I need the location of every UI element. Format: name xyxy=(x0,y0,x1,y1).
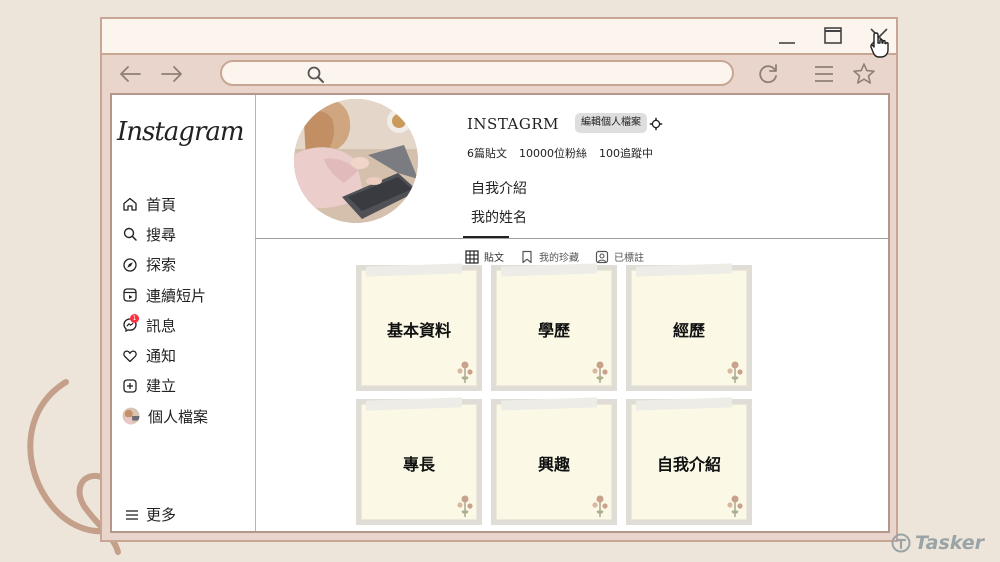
maximize-icon[interactable] xyxy=(820,23,846,49)
flower-icon xyxy=(592,361,608,383)
sidebar-item-notifications[interactable]: 通知 xyxy=(122,340,208,370)
profile-username: INSTAGRM xyxy=(467,115,559,133)
sidebar-item-more[interactable]: 更多 xyxy=(124,504,176,525)
post-label: 基本資料 xyxy=(386,321,451,340)
sidebar-item-label: 連續短片 xyxy=(146,286,207,305)
tab-label: 已標註 xyxy=(614,253,644,264)
tasker-logo-icon xyxy=(891,533,911,553)
hamburger-icon xyxy=(126,509,138,520)
active-tab-indicator xyxy=(463,236,509,238)
title-bar xyxy=(102,19,896,58)
profile-main: INSTAGRM 編輯個人檔案 6篇貼文 10000位粉絲 100追蹤中 自我介… xyxy=(255,95,888,531)
posts-grid: 基本資料 學歷 經歷 專長 興趣 自我介紹 xyxy=(356,263,752,525)
sidebar-item-home[interactable]: 首頁 xyxy=(122,189,208,219)
post-label: 自我介紹 xyxy=(656,455,721,474)
plus-square-icon xyxy=(123,379,137,393)
sidebar-item-label: 建立 xyxy=(146,377,177,396)
hamburger-menu-icon[interactable] xyxy=(810,61,838,87)
forward-arrow-icon[interactable] xyxy=(158,61,186,87)
sidebar-item-profile[interactable]: 個人檔案 xyxy=(122,401,208,431)
tab-posts[interactable]: 貼文 xyxy=(465,249,504,264)
sidebar-menu: 首頁 搜尋 探索 連續短片 1 訊息 通知 建立 個人檔案 xyxy=(122,189,208,431)
browser-toolbar xyxy=(102,55,896,93)
flower-icon xyxy=(457,361,473,383)
sidebar-item-messages[interactable]: 1 訊息 xyxy=(122,310,208,340)
sidebar-item-label: 探索 xyxy=(146,256,177,275)
sidebar-item-create[interactable]: 建立 xyxy=(122,371,208,401)
flower-icon xyxy=(727,495,743,517)
profile-avatar[interactable] xyxy=(294,99,418,223)
post-tile[interactable]: 興趣 xyxy=(491,397,617,525)
sidebar: Instagram 首頁 搜尋 探索 連續短片 1 訊息 通知 建立 個人檔案 … xyxy=(112,95,256,531)
minimize-icon[interactable] xyxy=(774,23,800,49)
back-arrow-icon[interactable] xyxy=(116,61,144,87)
address-bar[interactable] xyxy=(220,60,734,86)
home-icon xyxy=(123,197,137,211)
instagram-logo[interactable]: Instagram xyxy=(117,117,245,147)
bio-line: 自我介紹 xyxy=(471,181,527,197)
section-divider xyxy=(255,238,888,239)
messenger-icon-wrap: 1 xyxy=(122,314,139,333)
bookmark-icon xyxy=(522,250,532,263)
more-label: 更多 xyxy=(146,506,177,524)
tab-label: 貼文 xyxy=(484,253,504,264)
following-count[interactable]: 100追蹤中 xyxy=(599,145,653,161)
search-icon xyxy=(123,228,137,242)
post-tile[interactable]: 經歷 xyxy=(626,263,752,391)
post-label: 經歷 xyxy=(672,321,705,340)
tagged-icon xyxy=(595,250,609,263)
grid-icon xyxy=(465,249,479,264)
sidebar-item-label: 訊息 xyxy=(146,316,177,335)
reload-icon[interactable] xyxy=(754,61,782,87)
followers-count[interactable]: 10000位粉絲 xyxy=(519,145,587,161)
tab-saved[interactable]: 我的珍藏 xyxy=(520,249,579,264)
sidebar-item-label: 個人檔案 xyxy=(148,407,209,426)
post-label: 專長 xyxy=(402,455,435,474)
profile-photo xyxy=(294,99,418,223)
post-label: 興趣 xyxy=(537,455,570,474)
sidebar-item-label: 搜尋 xyxy=(146,225,177,244)
gear-icon[interactable] xyxy=(649,117,663,131)
search-icon xyxy=(307,66,324,83)
sidebar-item-explore[interactable]: 探索 xyxy=(122,250,208,280)
post-tile[interactable]: 自我介紹 xyxy=(626,397,752,525)
post-label: 學歷 xyxy=(537,321,570,340)
tab-label: 我的珍藏 xyxy=(539,253,579,264)
url-input[interactable] xyxy=(332,64,716,84)
sidebar-item-search[interactable]: 搜尋 xyxy=(122,219,208,249)
sidebar-item-label: 首頁 xyxy=(146,195,177,214)
profile-stats: 6篇貼文 10000位粉絲 100追蹤中 xyxy=(467,145,653,161)
bookmark-star-icon[interactable] xyxy=(850,61,878,87)
sidebar-item-label: 通知 xyxy=(146,347,177,366)
heart-icon xyxy=(123,350,137,362)
bio-line: 我的姓名 xyxy=(471,210,527,226)
flower-icon xyxy=(592,495,608,517)
tasker-watermark: Tasker xyxy=(891,532,984,554)
avatar-icon xyxy=(122,407,140,425)
post-tile[interactable]: 學歷 xyxy=(491,263,617,391)
tab-tagged[interactable]: 已標註 xyxy=(595,249,644,264)
posts-count: 6篇貼文 xyxy=(467,147,507,160)
profile-bio: 自我介紹 我的姓名 xyxy=(471,175,527,233)
instagram-page: Instagram 首頁 搜尋 探索 連續短片 1 訊息 通知 建立 個人檔案 … xyxy=(110,93,890,533)
flower-icon xyxy=(457,495,473,517)
post-tile[interactable]: 基本資料 xyxy=(356,263,482,391)
compass-icon xyxy=(123,258,137,272)
browser-window: Instagram 首頁 搜尋 探索 連續短片 1 訊息 通知 建立 個人檔案 … xyxy=(100,17,898,542)
edit-profile-button[interactable]: 編輯個人檔案 xyxy=(575,113,647,133)
profile-tabs: 貼文 我的珍藏 已標註 xyxy=(465,249,644,264)
sidebar-item-reels[interactable]: 連續短片 xyxy=(122,280,208,310)
reels-icon xyxy=(123,288,137,302)
post-tile[interactable]: 專長 xyxy=(356,397,482,525)
watermark-text: Tasker xyxy=(914,532,984,554)
flower-icon xyxy=(727,361,743,383)
